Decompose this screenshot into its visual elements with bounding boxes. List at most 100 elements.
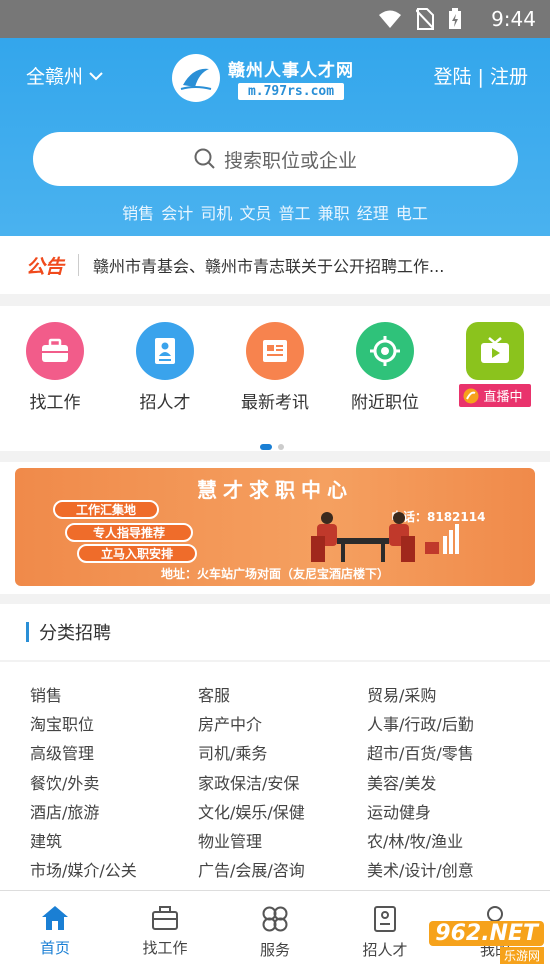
page-dot-active <box>260 444 272 450</box>
category-item[interactable]: 美术/设计/创意 <box>367 857 474 881</box>
search-bar[interactable]: 搜索职位或企业 <box>33 132 518 186</box>
header: 全赣州 赣州人事人才网 m.797rs.com 登陆 | 注册 搜索职位或企业 … <box>0 38 550 236</box>
banner-title: 慧才求职中心 <box>197 478 353 502</box>
live-logo-icon <box>463 388 479 403</box>
hot-keywords: 销售 会计 司机 文员 普工 兼职 经理 电工 <box>0 200 550 224</box>
wifi-icon <box>379 10 401 28</box>
site-watermark: 962.NET 乐游网 <box>429 921 544 964</box>
category-item[interactable]: 文化/娱乐/保健 <box>198 799 305 823</box>
menu-label: 附近职位 <box>351 393 419 413</box>
section-accent-bar <box>26 622 29 642</box>
status-time: 9:44 <box>491 7 536 31</box>
category-item[interactable]: 高级管理 <box>30 740 94 764</box>
category-item[interactable]: 物业管理 <box>198 828 262 852</box>
search-placeholder: 搜索职位或企业 <box>223 149 357 172</box>
briefcase-icon <box>26 322 84 380</box>
category-item[interactable]: 酒店/旅游 <box>30 799 99 823</box>
logo-name: 赣州人事人才网 <box>228 61 354 81</box>
hot-keyword[interactable]: 文员 <box>239 204 271 223</box>
tab-home[interactable]: 首页 <box>0 905 110 958</box>
page-dot <box>278 444 284 450</box>
category-item[interactable]: 广告/会展/咨询 <box>198 857 305 881</box>
auth-separator: | <box>477 66 484 88</box>
bottom-tab-bar: 首页 找工作 服务 招人才 我的 962.NET 乐游网 <box>0 890 550 979</box>
notice-text: 赣州市青基会、赣州市青志联关于公开招聘工作... <box>93 257 445 276</box>
resume-icon <box>136 322 194 380</box>
category-item[interactable]: 美容/美发 <box>367 770 436 794</box>
tab-label: 首页 <box>39 939 70 957</box>
menu-item-live[interactable]: 直播中 <box>445 322 545 407</box>
banner-tag: 立马入职安排 <box>77 544 197 563</box>
site-logo: 赣州人事人才网 m.797rs.com <box>172 54 354 102</box>
interview-illustration <box>311 512 459 562</box>
menu-item-exam-news[interactable]: 最新考讯 <box>225 322 325 413</box>
category-item[interactable]: 房产中介 <box>198 711 262 735</box>
menu-label: 招人才 <box>139 393 191 413</box>
live-badge: 直播中 <box>459 384 531 407</box>
clover-icon <box>262 906 288 932</box>
watermark-sub: 乐游网 <box>499 947 544 964</box>
tab-find-job[interactable]: 找工作 <box>110 905 220 958</box>
watermark-main: 962.NET <box>429 921 544 946</box>
banner-section: 慧才求职中心 工作汇集地 专人指导推荐 立马入职安排 电话：8182114 地址… <box>0 462 550 594</box>
city-label: 全赣州 <box>26 66 84 88</box>
hot-keyword[interactable]: 司机 <box>200 204 232 223</box>
location-target-icon <box>356 322 414 380</box>
menu-label: 最新考讯 <box>241 393 309 413</box>
category-list: 销售 客服 贸易/采购 淘宝职位 房产中介 人事/行政/后勤 高级管理 司机/乘… <box>0 662 550 892</box>
banner-tag: 专人指导推荐 <box>65 523 193 542</box>
category-item[interactable]: 司机/乘务 <box>198 740 267 764</box>
menu-item-recruit[interactable]: 招人才 <box>115 322 215 413</box>
hot-keyword[interactable]: 销售 <box>122 204 154 223</box>
category-item[interactable]: 市场/媒介/公关 <box>30 857 137 881</box>
category-item[interactable]: 农/林/牧/渔业 <box>367 828 463 852</box>
tab-label: 找工作 <box>142 939 188 957</box>
resume-outline-icon <box>374 906 396 932</box>
hot-keyword[interactable]: 经理 <box>357 204 389 223</box>
news-icon <box>246 322 304 380</box>
category-item[interactable]: 贸易/采购 <box>367 682 436 706</box>
search-icon <box>194 148 215 169</box>
tab-label: 招人才 <box>362 941 408 959</box>
register-link[interactable]: 注册 <box>490 66 528 88</box>
notice-divider <box>78 254 80 276</box>
menu-item-nearby-jobs[interactable]: 附近职位 <box>335 322 435 413</box>
hot-keyword[interactable]: 兼职 <box>318 204 350 223</box>
home-icon <box>42 906 68 930</box>
tab-recruit[interactable]: 招人才 <box>330 905 440 960</box>
notice-tag: 公告 <box>26 255 65 278</box>
menu-item-find-job[interactable]: 找工作 <box>5 322 105 413</box>
category-header: 分类招聘 <box>0 604 550 660</box>
hot-keyword[interactable]: 会计 <box>161 204 193 223</box>
briefcase-outline-icon <box>152 906 178 930</box>
page-indicator <box>260 444 284 450</box>
no-sim-icon <box>416 8 434 30</box>
app-screen: { "status_bar": {"time": "9:44"}, "heade… <box>0 0 550 979</box>
category-item[interactable]: 客服 <box>198 682 230 706</box>
status-icons <box>378 8 462 30</box>
city-selector[interactable]: 全赣州 <box>26 62 103 89</box>
category-title: 分类招聘 <box>39 623 111 644</box>
category-item[interactable]: 运动健身 <box>367 799 431 823</box>
hot-keyword[interactable]: 电工 <box>396 204 428 223</box>
tv-icon <box>466 322 524 380</box>
category-item[interactable]: 超市/百货/零售 <box>367 740 474 764</box>
category-item[interactable]: 销售 <box>30 682 62 706</box>
chevron-down-icon <box>89 71 103 80</box>
banner-tag: 工作汇集地 <box>53 500 159 519</box>
tab-label: 服务 <box>259 941 290 959</box>
tab-services[interactable]: 服务 <box>220 905 330 960</box>
notice-bar[interactable]: 公告 赣州市青基会、赣州市青志联关于公开招聘工作... <box>0 236 550 294</box>
category-item[interactable]: 家政保洁/安保 <box>198 770 299 794</box>
category-item[interactable]: 建筑 <box>30 828 62 852</box>
category-item[interactable]: 淘宝职位 <box>30 711 94 735</box>
category-item[interactable]: 人事/行政/后勤 <box>367 711 474 735</box>
status-bar: 9:44 <box>0 0 550 38</box>
live-label: 直播中 <box>483 390 523 405</box>
battery-charging-icon <box>449 8 461 29</box>
hot-keyword[interactable]: 普工 <box>279 204 311 223</box>
menu-label: 找工作 <box>29 393 81 413</box>
promo-banner[interactable]: 慧才求职中心 工作汇集地 专人指导推荐 立马入职安排 电话：8182114 地址… <box>15 468 535 586</box>
category-item[interactable]: 餐饮/外卖 <box>30 770 99 794</box>
login-link[interactable]: 登陆 <box>433 66 471 88</box>
